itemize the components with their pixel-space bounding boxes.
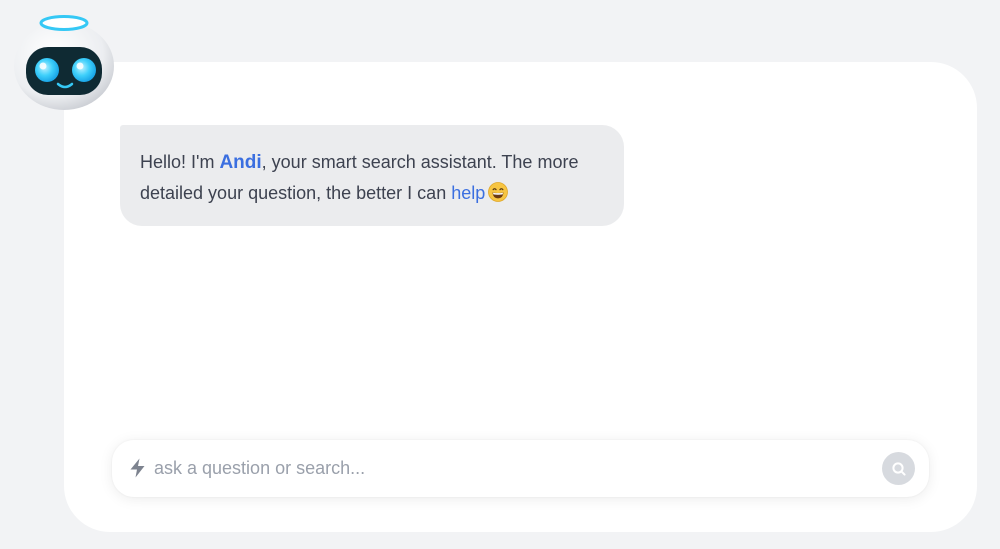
chat-page: Hello! I'm Andi, your smart search assis…: [0, 0, 1000, 549]
grinning-face-icon: [488, 182, 509, 202]
message-greeting: Hello! I'm: [140, 152, 220, 172]
robot-avatar-icon: [14, 15, 114, 110]
assistant-name: Andi: [219, 152, 262, 173]
search-icon: [891, 461, 906, 476]
search-input[interactable]: [154, 450, 874, 487]
help-link[interactable]: help: [451, 183, 485, 203]
assistant-message-bubble: Hello! I'm Andi, your smart search assis…: [120, 125, 624, 226]
search-bar: [112, 440, 929, 497]
search-button[interactable]: [882, 452, 915, 485]
bolt-icon: [130, 458, 145, 478]
